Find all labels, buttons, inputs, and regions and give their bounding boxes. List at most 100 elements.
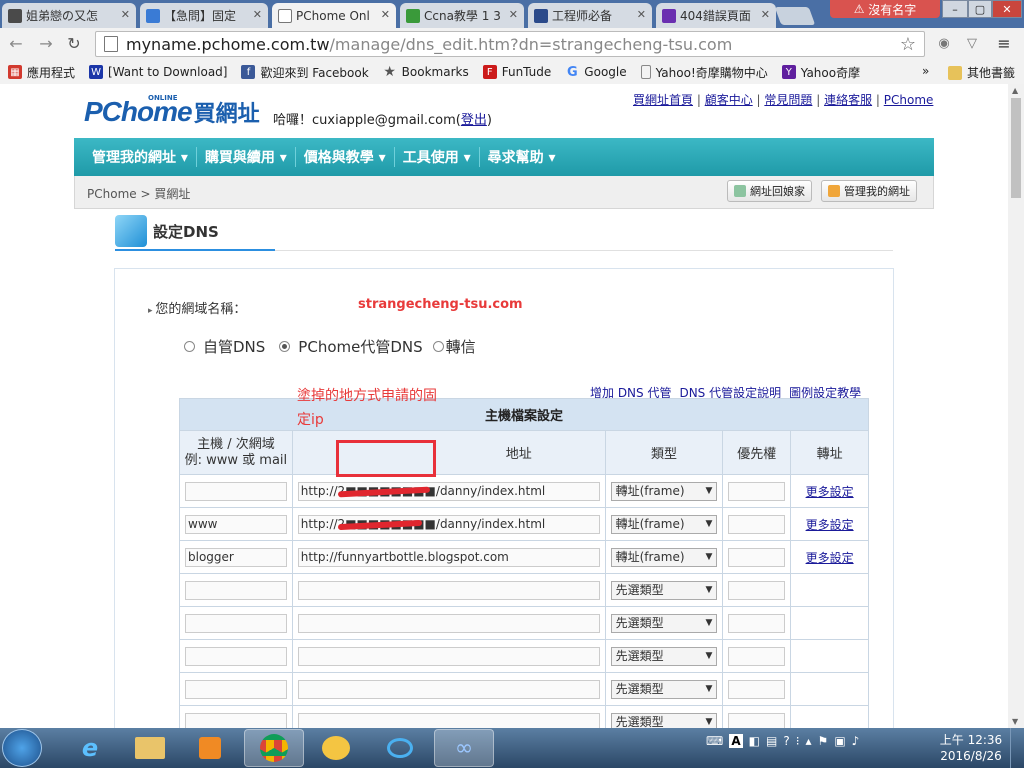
user-badge[interactable]: ⚠ 沒有名字 xyxy=(830,0,940,18)
paint-icon[interactable] xyxy=(306,729,366,767)
address-input[interactable] xyxy=(297,712,600,728)
priority-input[interactable] xyxy=(728,646,786,666)
link-home[interactable]: 買網址首頁 xyxy=(633,93,693,107)
tray-expand-icon[interactable]: ▴ xyxy=(806,734,812,748)
start-button[interactable] xyxy=(2,729,42,767)
more-settings-link[interactable]: 更多設定 xyxy=(806,485,854,499)
host-input[interactable] xyxy=(185,712,287,728)
close-icon[interactable]: ✕ xyxy=(253,8,262,21)
bookmark-star-icon[interactable]: ☆ xyxy=(900,34,916,55)
close-icon[interactable]: ✕ xyxy=(637,8,646,21)
host-input[interactable] xyxy=(185,613,287,633)
priority-input[interactable] xyxy=(728,547,786,567)
type-select[interactable]: 轉址(frame) ▼ xyxy=(610,481,718,501)
system-clock[interactable]: 上午 12:36 2016/8/26 xyxy=(936,732,1006,764)
priority-input[interactable] xyxy=(728,613,786,633)
tab-2[interactable]: 【急問】固定 ✕ xyxy=(140,3,268,28)
scroll-up-icon[interactable]: ▲ xyxy=(1012,86,1018,95)
tab-4[interactable]: Ccna教學 1 3 ✕ xyxy=(400,3,524,28)
more-settings-link[interactable]: 更多設定 xyxy=(806,518,854,532)
address-input[interactable]: http://funnyartbottle.blogspot.com xyxy=(297,547,600,567)
radio-self-dns[interactable]: 自管DNS xyxy=(184,336,265,357)
bookmark-facebook[interactable]: f 歡迎來到 Facebook xyxy=(241,64,369,81)
volume-icon[interactable]: ♪ xyxy=(852,734,860,748)
address-input[interactable] xyxy=(297,646,600,666)
radio-button-selected[interactable] xyxy=(279,341,291,352)
media-player-icon[interactable] xyxy=(180,729,240,767)
radio-pchome-dns[interactable]: PChome代管DNS xyxy=(279,336,423,357)
half-width-icon[interactable]: ◧ xyxy=(749,734,760,748)
nav-manage[interactable]: 管理我的網址 ▾ xyxy=(84,147,197,167)
keyboard-icon[interactable]: ⌨ xyxy=(706,734,723,748)
other-bookmarks-folder[interactable]: 其他書籤 xyxy=(948,64,1015,81)
radio-button[interactable] xyxy=(184,341,195,352)
link-pchome[interactable]: PChome xyxy=(884,93,934,107)
network-icon[interactable]: ▣ xyxy=(834,734,845,748)
tab-6[interactable]: 404錯誤頁面 ✕ xyxy=(656,3,776,28)
bookmark-funtude[interactable]: F FunTude xyxy=(482,65,551,79)
tab-5[interactable]: 工程师必备 ✕ xyxy=(528,3,652,28)
bookmark-yahoo[interactable]: Y Yahoo奇摩 xyxy=(781,64,860,81)
host-input[interactable] xyxy=(185,580,287,600)
bookmark-bookmarks[interactable]: ★ Bookmarks xyxy=(383,64,468,80)
logout-link[interactable]: 登出 xyxy=(461,113,487,128)
back-arrow-icon[interactable]: ← xyxy=(6,34,26,54)
flag-icon[interactable]: ⚑ xyxy=(818,734,829,748)
shield-icon[interactable]: ▽ xyxy=(962,34,982,54)
infinity-app-icon[interactable]: ∞ xyxy=(434,729,494,767)
file-explorer-icon[interactable] xyxy=(120,729,180,767)
priority-input[interactable] xyxy=(728,580,786,600)
extension-icon[interactable]: ◉ xyxy=(934,34,954,54)
host-input[interactable]: blogger xyxy=(185,547,287,567)
close-window-button[interactable]: ✕ xyxy=(992,0,1022,18)
ie-icon[interactable]: e xyxy=(60,729,120,767)
forward-arrow-icon[interactable]: → xyxy=(36,34,56,54)
radio-forward[interactable]: 轉信 xyxy=(432,336,476,357)
type-select[interactable]: 先選類型 ▼ xyxy=(610,646,718,666)
tab-1[interactable]: 姐弟戀の又怎 ✕ xyxy=(2,3,136,28)
type-select[interactable]: 轉址(frame) ▼ xyxy=(610,547,718,567)
type-select[interactable]: 先選類型 ▼ xyxy=(610,679,718,699)
link-faq[interactable]: 常見問題 xyxy=(764,93,812,107)
page-scrollbar[interactable]: ▲ ▼ xyxy=(1008,84,1024,728)
minimize-button[interactable]: – xyxy=(942,0,968,18)
host-input[interactable]: www xyxy=(185,514,287,534)
address-input[interactable] xyxy=(297,613,600,633)
nav-help[interactable]: 尋求幫助 ▾ xyxy=(480,147,564,167)
link-customer-center[interactable]: 顧客中心 xyxy=(705,93,753,107)
show-desktop-button[interactable] xyxy=(1010,728,1024,768)
type-select[interactable]: 先選類型 ▼ xyxy=(610,613,718,633)
close-icon[interactable]: ✕ xyxy=(761,8,770,21)
close-icon[interactable]: ✕ xyxy=(121,8,130,21)
scroll-down-icon[interactable]: ▼ xyxy=(1012,717,1018,726)
domain-return-button[interactable]: 網址回娘家 xyxy=(727,180,812,202)
link-contact[interactable]: 連絡客服 xyxy=(824,93,872,107)
address-input[interactable] xyxy=(297,580,600,600)
priority-input[interactable] xyxy=(728,712,786,728)
address-bar[interactable]: myname.pchome.com.tw/manage/dns_edit.htm… xyxy=(95,31,925,57)
bookmark-google[interactable]: G Google xyxy=(565,65,627,80)
ime-settings-icon[interactable]: ▤ xyxy=(766,734,777,748)
help-icon[interactable]: ? xyxy=(783,734,789,748)
tab-3-active[interactable]: PChome Onl ✕ xyxy=(272,3,396,28)
menu-icon[interactable]: ≡ xyxy=(994,34,1014,54)
radio-button[interactable] xyxy=(432,341,444,352)
manage-domain-button[interactable]: 管理我的網址 xyxy=(821,180,917,202)
new-tab-button[interactable] xyxy=(774,7,816,25)
type-select[interactable]: 轉址(frame) ▼ xyxy=(610,514,718,534)
priority-input[interactable] xyxy=(728,514,786,534)
bookmarks-overflow-icon[interactable]: » xyxy=(922,64,929,78)
nav-buy[interactable]: 購買與續用 ▾ xyxy=(197,147,296,167)
priority-input[interactable] xyxy=(728,481,786,501)
chat-app-icon[interactable] xyxy=(370,729,430,767)
pchome-logo[interactable]: PChome ONLINE 買網址 xyxy=(84,94,260,128)
host-input[interactable] xyxy=(185,679,287,699)
nav-pricing[interactable]: 價格與教學 ▾ xyxy=(296,147,395,167)
host-input[interactable] xyxy=(185,646,287,666)
type-select[interactable]: 先選類型 ▼ xyxy=(610,712,718,728)
bookmark-yahoo-shopping[interactable]: Yahoo!奇摩購物中心 xyxy=(640,64,768,81)
host-input[interactable] xyxy=(185,481,287,501)
type-select[interactable]: 先選類型 ▼ xyxy=(610,580,718,600)
bookmark-want-to-download[interactable]: W [Want to Download] xyxy=(89,65,227,79)
close-icon[interactable]: ✕ xyxy=(509,8,518,21)
